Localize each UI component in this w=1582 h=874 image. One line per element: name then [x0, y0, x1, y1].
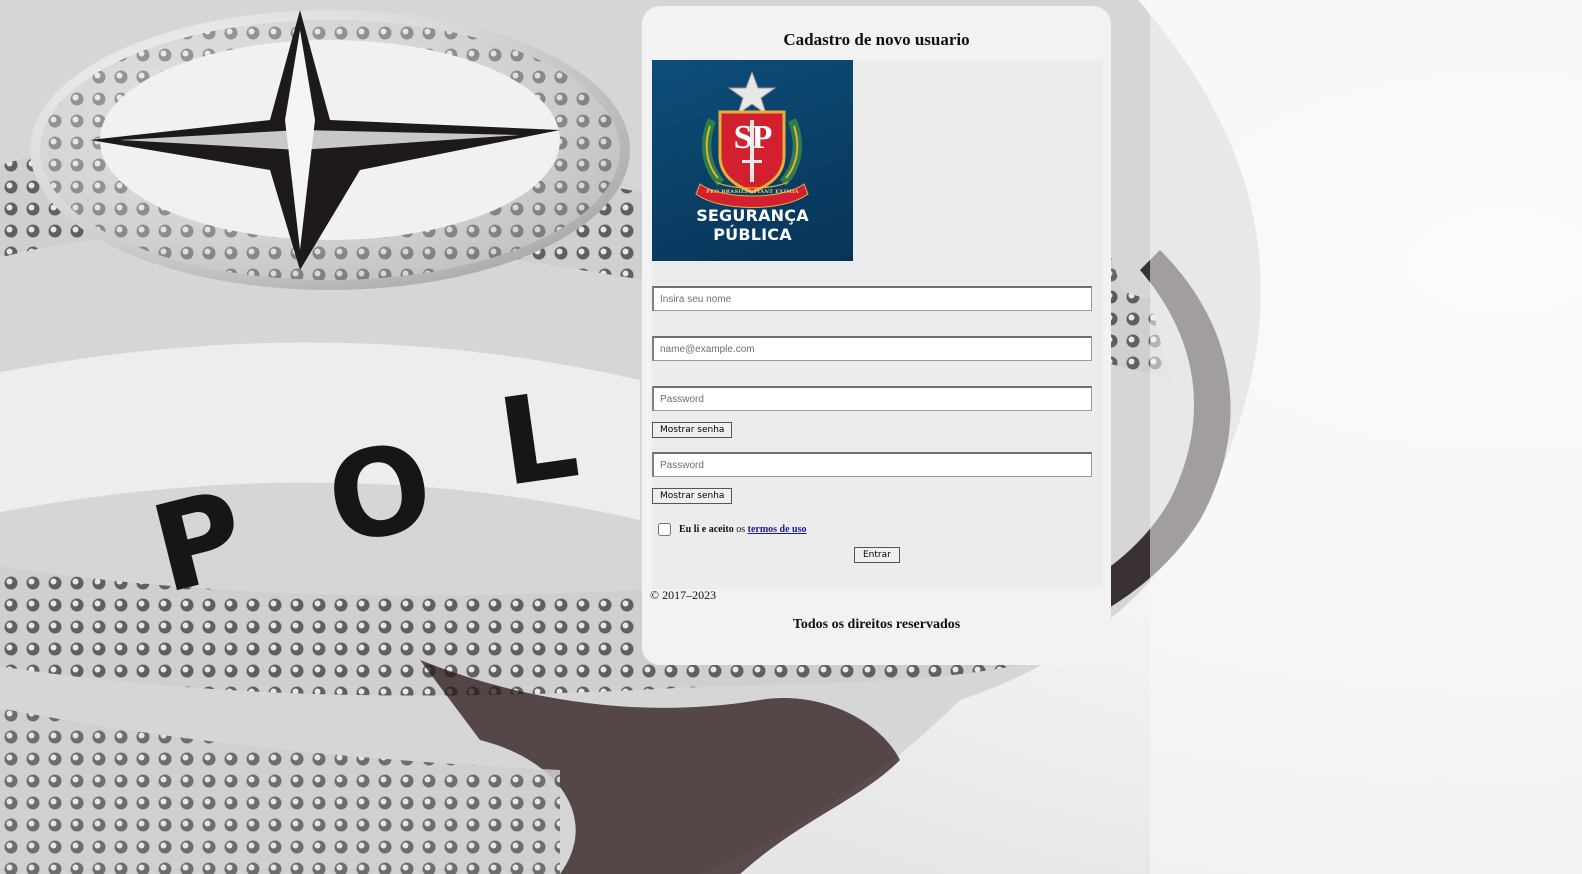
name-input[interactable]: [652, 286, 1092, 311]
terms-link[interactable]: termos de uso: [748, 524, 807, 535]
signup-form: SP PRO BRASILIA FIANT EXIMIA SEGURANÇA P…: [652, 60, 1103, 589]
submit-button[interactable]: Entrar: [854, 547, 900, 563]
terms-middle: os: [736, 523, 746, 535]
email-input[interactable]: [652, 336, 1092, 361]
terms-row: Eu li e aceito os termos de uso: [658, 521, 807, 537]
signup-card: Cadastro de novo usuario SP PRO BRASILIA…: [642, 6, 1111, 665]
rights-reserved-text: Todos os direitos reservados: [792, 617, 961, 632]
seguranca-publica-logo: SP PRO BRASILIA FIANT EXIMIA SEGURANÇA P…: [652, 60, 853, 261]
terms-checkbox[interactable]: [658, 522, 671, 536]
copyright-text: © 2017–2023: [650, 588, 717, 602]
confirm-password-input[interactable]: [652, 452, 1092, 477]
logo-emblem-letters: SP: [733, 119, 773, 156]
logo-text-line1: SEGURANÇA: [696, 206, 809, 225]
logo-text-line2: PÚBLICA: [713, 225, 792, 244]
password-input[interactable]: [652, 386, 1092, 411]
show-confirm-password-button[interactable]: Mostrar senha: [652, 488, 733, 504]
logo-emblem-motto: PRO BRASILIA FIANT EXIMIA: [706, 189, 799, 195]
page-title: Cadastro de novo usuario: [783, 30, 970, 49]
terms-prefix: Eu li e aceito: [679, 523, 734, 535]
show-password-button[interactable]: Mostrar senha: [652, 422, 733, 438]
